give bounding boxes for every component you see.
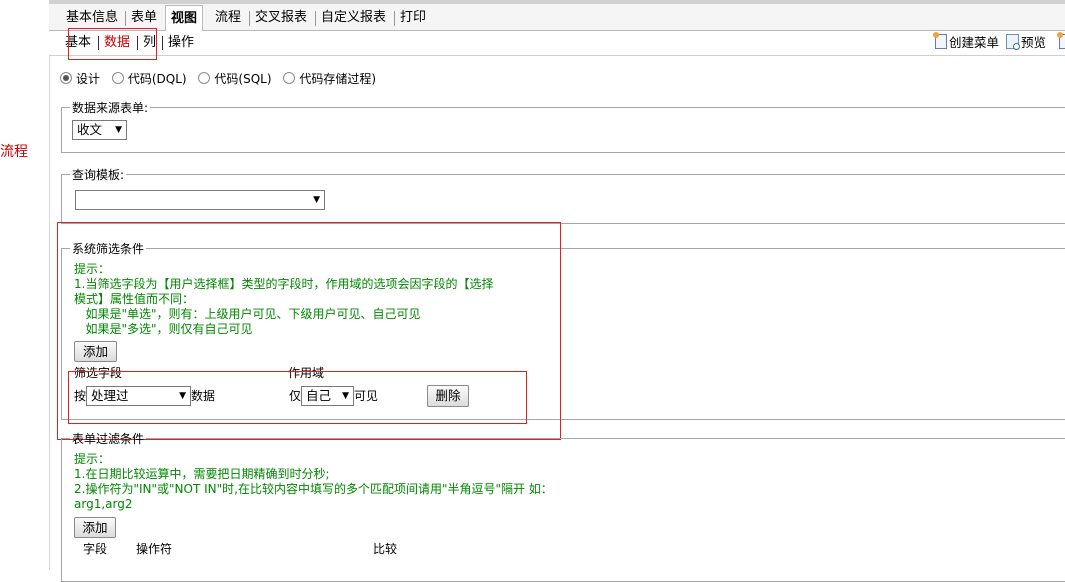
radio-label: 代码存储过程) [299,72,377,86]
radio-code-sql[interactable]: 代码(SQL) [198,70,272,87]
view-subtab-bar: 基本 数据 列 操作 创建菜单 预览 [49,31,1065,56]
source-form-select[interactable]: 收文 ▼ [72,120,127,140]
tab-bar-top-line [49,0,1065,4]
left-panel [0,0,50,570]
preview-label: 预览 [1021,35,1047,50]
tab-basic-info[interactable]: 基本信息 [61,8,123,28]
more-toolbar-icon[interactable] [1057,32,1065,51]
radio-icon [283,72,296,84]
main-tab-bar: 基本信息 表单 视图 流程 交叉报表 自定义报表 打印 [49,0,1065,32]
source-form-fieldset: 数据来源表单: [61,99,1065,153]
chevron-down-icon: ▼ [115,125,122,135]
form-filter-header-compare: 比较 [373,542,398,556]
radio-label: 设计 [76,72,101,86]
radio-icon [198,72,211,84]
hint-line: 提示： [74,452,111,466]
tab-cross-report[interactable]: 交叉报表 [250,8,312,28]
radio-icon [111,72,124,84]
subtab-operations[interactable]: 操作 [168,35,194,51]
radio-code-dql[interactable]: 代码(DQL) [111,70,187,87]
hint-line: 2.操作符为"IN"或"NOT IN"时,在比较内容中填写的多个匹配项间请用"半… [74,482,553,496]
source-form-legend: 数据来源表单: [72,101,149,115]
hint-line: 1.在日期比较运算中，需要把日期精确到时分秒; [74,467,330,481]
hint-line: arg1,arg2 [74,497,133,511]
query-template-legend: 查询模板: [72,168,125,182]
tab-print[interactable]: 打印 [395,8,431,28]
document-icon [1057,32,1065,49]
tab-flow[interactable]: 流程 [210,8,246,28]
form-filter-hint: 提示： 1.在日期比较运算中，需要把日期精确到时分秒; 2.操作符为"IN"或"… [74,452,594,512]
form-filter-header-field: 字段 [83,542,108,556]
preview-button[interactable]: 预览 [1006,34,1046,51]
form-filter-legend: 表单过滤条件 [72,432,145,446]
radio-label: 代码(DQL) [127,72,187,86]
highlight-box [68,28,157,60]
preview-icon [1006,34,1020,50]
subtab-separator [162,36,163,50]
left-panel-label: 流程 [0,144,28,160]
form-filter-add-button[interactable]: 添加 [74,517,116,538]
radio-design[interactable]: 设计 [60,70,100,87]
source-form-value: 收文 [77,122,103,137]
highlight-box [68,371,527,424]
form-filter-header-operator: 操作符 [136,542,173,556]
tab-view[interactable]: 视图 [165,5,204,32]
data-mode-radio-group: 设计 代码(DQL) 代码(SQL) 代码存储过程) [60,70,384,87]
create-menu-button[interactable]: 创建菜单 [933,32,1000,51]
query-template-select[interactable]: ▼ [75,190,325,210]
create-menu-label: 创建菜单 [949,35,1000,50]
tab-form[interactable]: 表单 [126,8,162,28]
radio-checked-icon [60,72,72,84]
radio-label: 代码(SQL) [214,72,272,86]
chevron-down-icon: ▼ [313,195,320,205]
tab-custom-report[interactable]: 自定义报表 [316,8,391,28]
radio-code-procedure[interactable]: 代码存储过程) [283,70,376,87]
create-menu-icon [933,32,947,49]
